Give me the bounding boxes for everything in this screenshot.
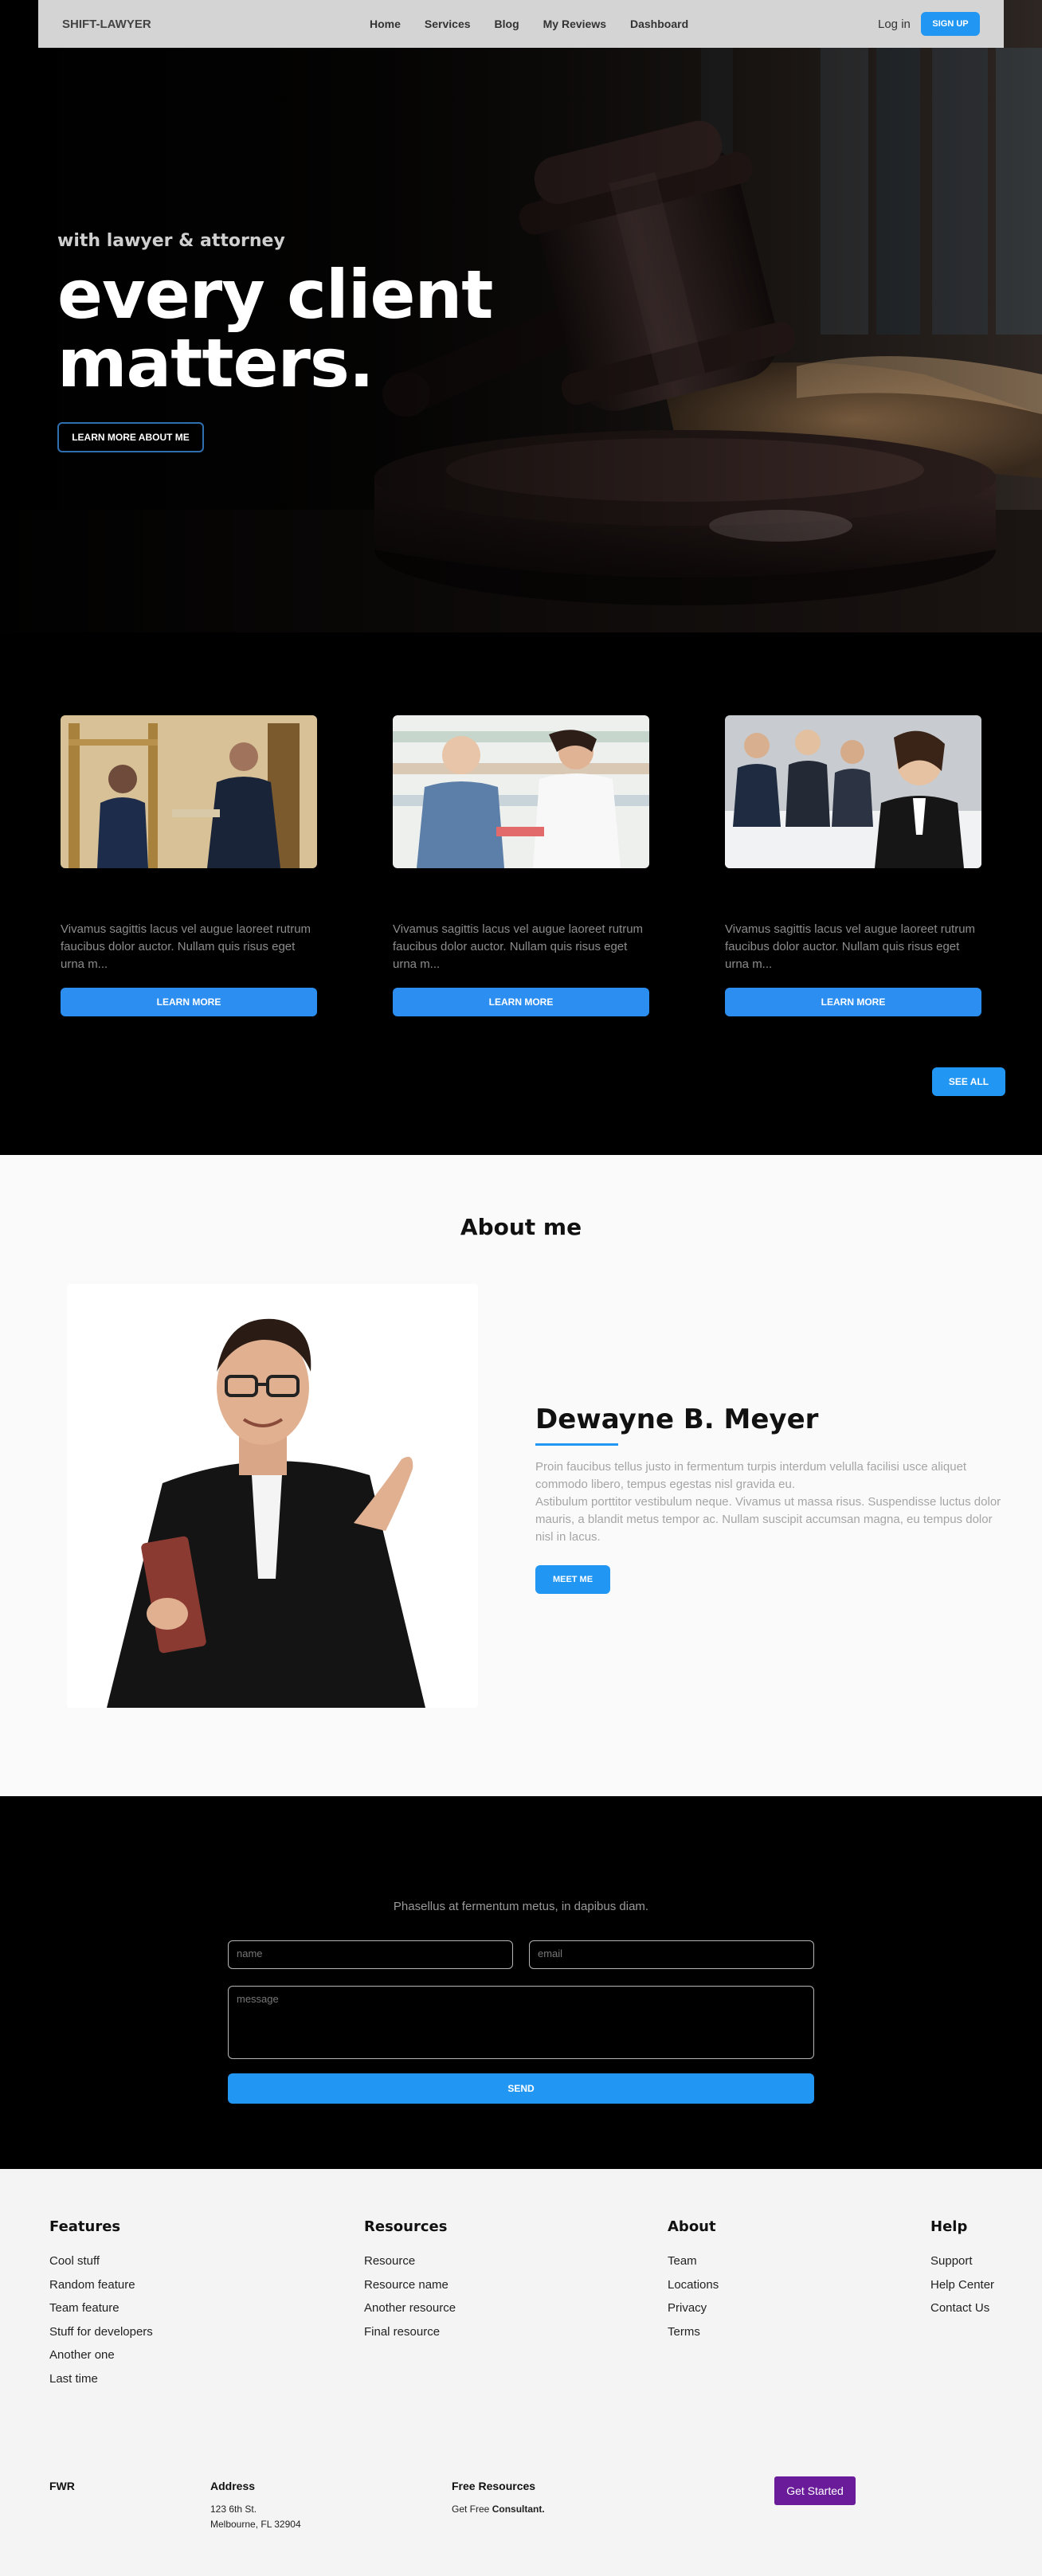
- footer-link[interactable]: Cool stuff: [49, 2254, 153, 2278]
- footer-link[interactable]: Help Center: [930, 2278, 994, 2302]
- card-learn-more-button[interactable]: LEARN MORE: [61, 988, 317, 1016]
- about-description-1: Proin faucibus tellus justo in fermentum…: [535, 1460, 967, 1491]
- footer-heading: Resources: [364, 2218, 448, 2235]
- about-title: About me: [460, 1214, 582, 1240]
- footer-link[interactable]: Another one: [49, 2348, 153, 2372]
- lawyer-name: Dewayne B. Meyer: [535, 1403, 819, 1435]
- nav-link-dashboard[interactable]: Dashboard: [630, 18, 688, 30]
- footer-link[interactable]: Support: [930, 2254, 994, 2278]
- hero-title-line2: matters.: [57, 324, 374, 402]
- brand-logo[interactable]: SHIFT-LAWYER: [62, 18, 151, 31]
- contact-lead-text: Phasellus at fermentum metus, in dapibus…: [393, 1900, 649, 1913]
- hero-subtitle: with lawyer & attorney: [57, 231, 285, 251]
- footer-link[interactable]: Team: [668, 2254, 719, 2278]
- services-cards-section: Vivamus sagittis lacus vel augue laoreet…: [0, 632, 1042, 1155]
- footer-link[interactable]: Team feature: [49, 2301, 153, 2325]
- card-learn-more-button[interactable]: LEARN MORE: [725, 988, 981, 1016]
- top-navbar: SHIFT-LAWYER Home Services Blog My Revie…: [38, 0, 1004, 48]
- footer-column-features: Features Cool stuff Random feature Team …: [49, 2218, 153, 2395]
- send-button[interactable]: SEND: [228, 2073, 814, 2104]
- nav-links: Home Services Blog My Reviews Dashboard: [370, 18, 712, 30]
- hero-section: with lawyer & attorney every client matt…: [0, 0, 1042, 632]
- footer-link[interactable]: Privacy: [668, 2301, 719, 2325]
- hero-title-line1: every client: [57, 256, 493, 334]
- free-resources-heading: Free Resources: [452, 2480, 536, 2492]
- contact-section: Phasellus at fermentum metus, in dapibus…: [0, 1796, 1042, 2169]
- footer-link[interactable]: Final resource: [364, 2325, 456, 2349]
- card-description: Vivamus sagittis lacus vel augue laoreet…: [725, 922, 976, 971]
- footer-address: Address 123 6th St. Melbourne, FL 32904: [210, 2480, 301, 2532]
- login-link[interactable]: Log in: [878, 18, 911, 31]
- signup-button[interactable]: SIGN UP: [921, 12, 980, 36]
- lawyer-portrait-image: [67, 1284, 478, 1708]
- hero-text: with lawyer & attorney every client matt…: [57, 231, 493, 402]
- nav-link-services[interactable]: Services: [425, 18, 471, 30]
- card-description: Vivamus sagittis lacus vel augue laoreet…: [61, 922, 311, 971]
- nav-link-reviews[interactable]: My Reviews: [543, 18, 606, 30]
- footer-link[interactable]: Stuff for developers: [49, 2325, 153, 2349]
- footer-heading: Help: [930, 2218, 968, 2235]
- nav-link-blog[interactable]: Blog: [495, 18, 519, 30]
- pharmacy-consult-image: [393, 715, 649, 868]
- footer-link[interactable]: Last time: [49, 2372, 153, 2396]
- get-started-button[interactable]: Get Started: [774, 2476, 856, 2505]
- service-card: Vivamus sagittis lacus vel augue laoreet…: [393, 715, 649, 1016]
- footer-link[interactable]: Terms: [668, 2325, 719, 2349]
- nav-link-home[interactable]: Home: [370, 18, 401, 30]
- name-input[interactable]: name: [228, 1940, 513, 1969]
- footer-heading: About: [668, 2218, 716, 2235]
- message-textarea[interactable]: message: [228, 1986, 814, 2059]
- free-consultant-link[interactable]: Consultant.: [492, 2504, 545, 2515]
- address-line2: Melbourne, FL 32904: [210, 2519, 301, 2530]
- name-underline: [535, 1443, 618, 1446]
- footer-link[interactable]: Random feature: [49, 2278, 153, 2302]
- footer: Features Cool stuff Random feature Team …: [0, 2169, 1042, 2576]
- address-line1: 123 6th St.: [210, 2504, 257, 2515]
- footer-brand-text: FWR: [49, 2480, 75, 2492]
- footer-link[interactable]: Locations: [668, 2278, 719, 2302]
- footer-link[interactable]: Another resource: [364, 2301, 456, 2325]
- email-input[interactable]: email: [529, 1940, 814, 1969]
- card-learn-more-button[interactable]: LEARN MORE: [393, 988, 649, 1016]
- footer-column-resources: Resources Resource Resource name Another…: [364, 2218, 456, 2348]
- about-section: About me Dewayne B. Meyer Proin faucibus…: [0, 1155, 1042, 1796]
- footer-brand: FWR: [49, 2480, 75, 2502]
- card-description: Vivamus sagittis lacus vel augue laoreet…: [393, 922, 644, 971]
- free-resources-text: Get Free Consultant.: [452, 2502, 545, 2517]
- hotel-staff-image: [61, 715, 317, 868]
- footer-heading: Features: [49, 2218, 121, 2235]
- meet-me-button[interactable]: MEET ME: [535, 1565, 610, 1594]
- service-card: Vivamus sagittis lacus vel augue laoreet…: [61, 715, 317, 1016]
- free-text: Get Free: [452, 2504, 490, 2515]
- about-info: Dewayne B. Meyer Proin faucibus tellus j…: [535, 1403, 1005, 1594]
- see-all-button[interactable]: SEE ALL: [932, 1067, 1005, 1096]
- about-description-2: Astibulum porttitor vestibulum neque. Vi…: [535, 1495, 1001, 1544]
- footer-link[interactable]: Resource: [364, 2254, 456, 2278]
- footer-column-about: About Team Locations Privacy Terms: [668, 2218, 719, 2348]
- footer-link[interactable]: Resource name: [364, 2278, 456, 2302]
- service-card: Vivamus sagittis lacus vel augue laoreet…: [725, 715, 981, 1016]
- learn-more-about-me-button[interactable]: LEARN MORE ABOUT ME: [57, 422, 204, 452]
- footer-free-resources: Free Resources Get Free Consultant.: [452, 2480, 545, 2517]
- footer-link[interactable]: Contact Us: [930, 2301, 994, 2325]
- address-heading: Address: [210, 2480, 256, 2492]
- business-team-image: [725, 715, 981, 868]
- footer-column-help: Help Support Help Center Contact Us: [930, 2218, 994, 2325]
